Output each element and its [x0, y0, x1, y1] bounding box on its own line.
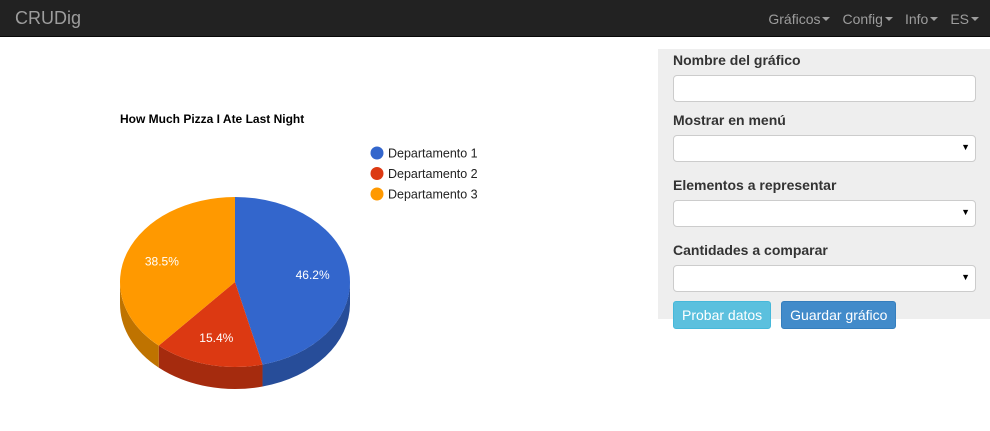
pie-chart: How Much Pizza I Ate Last Night 46.2% 15.4…	[120, 112, 478, 389]
form-buttons: Probar datos Guardar gráfico	[673, 301, 975, 329]
legend-label-1: Departamento 1	[388, 147, 478, 161]
test-data-button[interactable]: Probar datos	[673, 301, 772, 329]
legend-marker-2	[370, 167, 384, 180]
show-in-menu-label: Mostrar en menú	[673, 112, 786, 128]
caret-down-icon	[930, 16, 939, 21]
caret-down-icon	[822, 16, 831, 21]
nav-menu: Gráficos Config Info ES	[762, 0, 985, 37]
legend-marker-1	[370, 146, 384, 160]
select-arrow-icon: ▼	[961, 207, 970, 217]
legend-label-3: Departamento 3	[388, 188, 478, 202]
pie-slice-label-3: 38.5%	[145, 255, 179, 269]
nav-graficos-label: Gráficos	[768, 10, 821, 27]
quantities-label: Cantidades a comparar	[673, 242, 828, 258]
navbar: CRUDig Gráficos Config Info ES	[0, 0, 990, 37]
chart-title: How Much Pizza I Ate Last Night	[120, 112, 304, 126]
save-chart-button[interactable]: Guardar gráfico	[781, 301, 897, 329]
select-arrow-icon: ▼	[961, 142, 970, 152]
chart-name-input[interactable]	[673, 75, 976, 102]
nav-graficos-dropdown[interactable]: Gráficos	[762, 11, 836, 27]
pie-slice-label-2: 15.4%	[199, 331, 233, 345]
legend-label-2: Departamento 2	[388, 167, 478, 181]
chart-name-label: Nombre del gráfico	[673, 52, 801, 68]
brand-link[interactable]: CRUDig	[15, 8, 81, 29]
chart-form-panel: Nombre del gráfico Mostrar en menú ▼ Ele…	[658, 49, 990, 329]
chart-area: How Much Pizza I Ate Last Night 46.2% 15.4…	[0, 37, 650, 431]
elements-label: Elementos a representar	[673, 177, 837, 193]
legend-marker-3	[370, 187, 384, 201]
nav-language-dropdown[interactable]: ES	[944, 11, 985, 27]
pie-slice-label-1: 46.2%	[296, 268, 330, 282]
caret-down-icon	[971, 16, 979, 21]
nav-config-dropdown[interactable]: Config	[836, 11, 898, 27]
elements-select[interactable]: ▼	[673, 200, 976, 227]
select-arrow-icon: ▼	[961, 272, 970, 282]
caret-down-icon	[884, 16, 893, 21]
quantities-select[interactable]: ▼	[673, 265, 976, 292]
nav-info-label: Info	[904, 10, 929, 27]
nav-language-label: ES	[950, 10, 969, 27]
show-in-menu-select[interactable]: ▼	[673, 135, 976, 162]
nav-config-label: Config	[842, 10, 883, 27]
nav-info-dropdown[interactable]: Info	[899, 11, 944, 27]
